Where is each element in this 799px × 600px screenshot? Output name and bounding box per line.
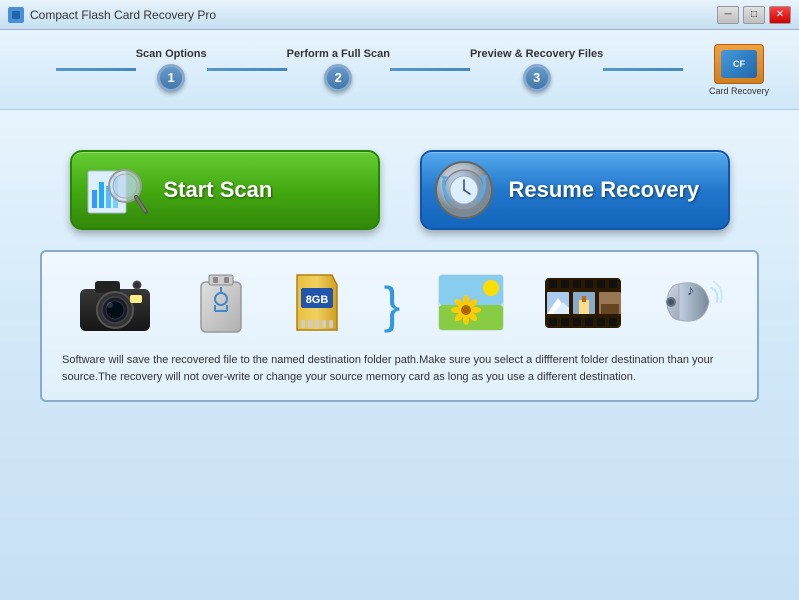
step-1-label: Scan Options: [136, 48, 207, 60]
app-icon: [8, 7, 24, 23]
camera-icon: [75, 267, 155, 342]
icons-row: 8GB }: [62, 267, 737, 342]
step-3-label: Preview & Recovery Files: [470, 48, 603, 60]
film-strip-icon: [543, 270, 623, 340]
maximize-button[interactable]: □: [743, 6, 765, 24]
title-bar: Compact Flash Card Recovery Pro ─ □ ✕: [0, 0, 799, 30]
arrow-brace-icon: }: [384, 280, 401, 330]
svg-text:8GB: 8GB: [306, 294, 329, 306]
recovery-icon: [432, 158, 497, 223]
step-bar: Scan Options 1 Perform a Full Scan 2 Pre…: [0, 30, 799, 110]
cf-label: Card Recovery: [709, 86, 769, 96]
photo-icon: [436, 270, 506, 340]
cf-logo: CF Card Recovery: [709, 44, 769, 96]
bottom-description: Software will save the recovered file to…: [62, 352, 737, 385]
step-1-circle: 1: [157, 64, 185, 92]
step-2-label: Perform a Full Scan: [287, 48, 390, 60]
bottom-panel: 8GB }: [40, 250, 759, 402]
sd-card-icon: 8GB: [287, 270, 347, 340]
audio-icon: ♪: [659, 270, 724, 340]
step-line-post3: [603, 68, 683, 71]
steps-container: Scan Options 1 Perform a Full Scan 2 Pre…: [30, 48, 709, 92]
step-line-pre1: [56, 68, 136, 71]
scan-icon: [82, 155, 152, 225]
step-line-2-3: [390, 68, 470, 71]
step-1: Scan Options 1: [136, 48, 207, 92]
resume-recovery-label: Resume Recovery: [509, 177, 700, 203]
start-scan-button[interactable]: Start Scan: [70, 150, 380, 230]
buttons-row: Start Scan: [40, 150, 759, 230]
step-2: Perform a Full Scan 2: [287, 48, 390, 92]
resume-recovery-button[interactable]: Resume Recovery: [420, 150, 730, 230]
close-button[interactable]: ✕: [769, 6, 791, 24]
svg-text:♪: ♪: [687, 282, 694, 298]
main-content: Start Scan: [0, 110, 799, 600]
start-scan-label: Start Scan: [164, 177, 273, 203]
minimize-button[interactable]: ─: [717, 6, 739, 24]
step-3: Preview & Recovery Files 3: [470, 48, 603, 92]
usb-drive-icon: [191, 267, 251, 342]
window-controls: ─ □ ✕: [717, 6, 791, 24]
step-2-circle: 2: [324, 64, 352, 92]
step-3-circle: 3: [523, 64, 551, 92]
step-line-1-2: [207, 68, 287, 71]
cf-card-icon: CF: [714, 44, 764, 84]
window-title: Compact Flash Card Recovery Pro: [30, 8, 717, 22]
